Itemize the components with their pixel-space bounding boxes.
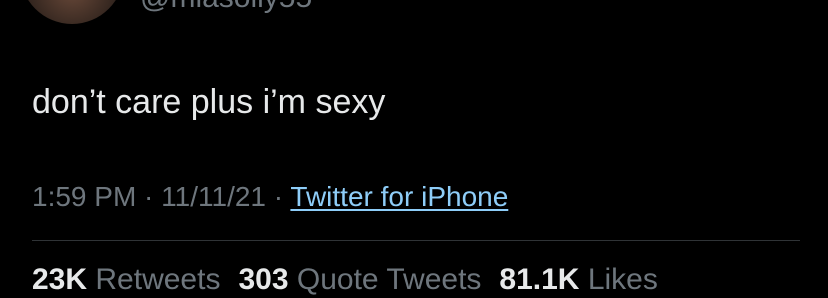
quotes-label: Quote Tweets [296, 263, 482, 296]
retweets-count: 23K [32, 263, 88, 296]
tweet-source-link[interactable]: Twitter for iPhone [290, 181, 508, 212]
meta-separator: · [266, 181, 291, 212]
avatar[interactable] [20, 0, 124, 24]
user-handle[interactable]: @miasolly55 [140, 0, 312, 16]
engagement-stats: 23K Retweets 303 Quote Tweets 81.1K Likes [32, 262, 658, 298]
tweet-time[interactable]: 1:59 PM [32, 181, 136, 212]
likes-stat[interactable]: 81.1K Likes [499, 263, 657, 296]
tweet-text: don’t care plus i’m sexy [32, 83, 386, 121]
retweets-label: Retweets [95, 263, 221, 296]
tweet-date[interactable]: 11/11/21 [161, 181, 266, 212]
meta-separator: · [136, 181, 162, 212]
divider [32, 240, 800, 241]
tweet-metadata: 1:59 PM · 11/11/21 · Twitter for iPhone [32, 179, 508, 215]
quotes-stat[interactable]: 303 Quote Tweets [238, 263, 481, 296]
retweets-stat[interactable]: 23K Retweets [32, 263, 220, 296]
likes-label: Likes [587, 263, 658, 296]
quotes-count: 303 [238, 263, 289, 296]
likes-count: 81.1K [499, 263, 580, 296]
